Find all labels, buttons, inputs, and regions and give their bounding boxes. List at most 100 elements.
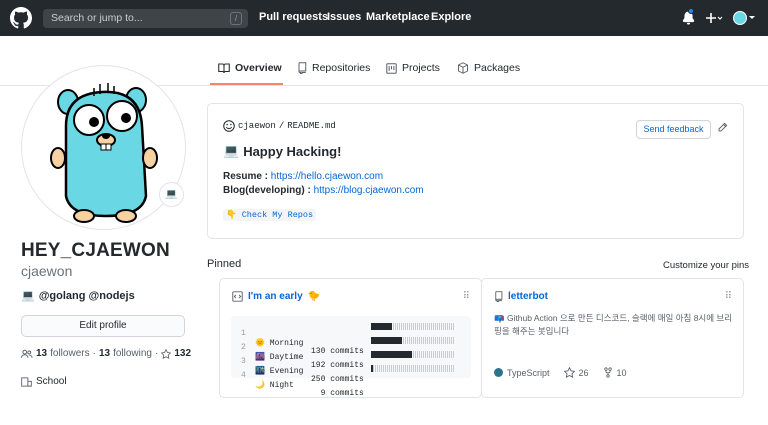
stars-count[interactable]: 132 — [174, 348, 191, 359]
top-header: Search or jump to... / Pull requests Iss… — [0, 0, 768, 36]
progress-bar-track — [371, 365, 455, 372]
row-label-text: Night — [269, 381, 294, 390]
code-row-evening: 3 🌃 Evening 250 commits — [231, 348, 471, 384]
nav-issues[interactable]: Issues — [327, 11, 361, 23]
status-emoji-badge[interactable]: 💻 — [159, 182, 184, 207]
repo-icon — [495, 291, 503, 302]
followers-label[interactable]: followers — [50, 348, 89, 359]
nav-pull-requests[interactable]: Pull requests — [259, 11, 328, 23]
organization-icon — [21, 376, 32, 387]
pencil-icon[interactable] — [717, 122, 728, 133]
search-input[interactable]: Search or jump to... / — [43, 9, 248, 28]
code-row-daytime: 2 🌆 Daytime 192 commits — [231, 334, 471, 370]
pointing-down-emoji: 👇 — [226, 210, 237, 220]
plus-dropdown-icon[interactable] — [705, 12, 723, 24]
profile-organization: School — [21, 376, 67, 387]
drag-handle-icon[interactable]: ⠿ — [725, 291, 732, 302]
gist-title[interactable]: I'm an early — [248, 291, 303, 302]
readme-heading: 💻 Happy Hacking! — [223, 143, 341, 159]
repo-language: TypeScript — [507, 367, 550, 378]
tab-projects[interactable]: Projects — [386, 62, 440, 74]
progress-bar-fill — [371, 337, 402, 344]
code-row-night: 4 🌙 Night 9 commits — [231, 362, 471, 398]
search-shortcut-key: / — [230, 12, 242, 25]
blog-link[interactable]: https://blog.cjaewon.com — [314, 185, 424, 196]
separator-dot: · — [154, 348, 159, 359]
drag-handle-icon[interactable]: ⠿ — [463, 291, 470, 302]
star-icon — [161, 348, 172, 359]
progress-bar-fill — [371, 365, 373, 372]
profile-readme-card: cjaewon / README.md Send feedback 💻 Happ… — [207, 103, 744, 239]
row-commits: 250 commits — [311, 375, 364, 384]
pinned-heading: Pinned — [207, 258, 242, 270]
tab-overview-label: Overview — [235, 62, 282, 74]
resume-label: Resume : — [223, 171, 269, 182]
book-icon — [218, 62, 230, 73]
readme-resume-line: Resume : https://hello.cjaewon.com — [223, 171, 383, 182]
bio-text: @golang @nodejs — [38, 289, 135, 302]
check-repos-text: Check My Repos — [241, 210, 314, 220]
repo-icon — [298, 62, 307, 74]
readme-filename[interactable]: README.md — [287, 121, 336, 131]
resume-link[interactable]: https://hello.cjaewon.com — [271, 171, 383, 182]
followers-count[interactable]: 13 — [36, 348, 47, 359]
following-label[interactable]: following — [113, 348, 152, 359]
code-row-morning: 1 🌞 Morning 130 commits — [231, 320, 471, 356]
project-icon — [386, 62, 397, 74]
row-commits: 9 commits — [311, 389, 364, 398]
people-icon — [21, 349, 33, 358]
profile-fullname: HEY_CJAEWON — [21, 240, 170, 261]
pinned-card-gist: I'm an early 🐤 ⠿ 1 🌞 Morning 130 commits… — [219, 278, 482, 398]
tab-packages[interactable]: Packages — [457, 62, 520, 74]
row-emoji: 🌙 — [255, 381, 265, 390]
customize-pins-link[interactable]: Customize your pins — [663, 260, 749, 271]
repo-description: 📪 Github Action 으로 만든 디스코드, 슬랙에 매일 아침 8시… — [494, 313, 733, 336]
gist-title-emoji: 🐤 — [307, 291, 321, 302]
repo-forks[interactable]: 10 — [617, 368, 627, 378]
organization-name: School — [36, 376, 67, 387]
profile-bio: 💻 @golang @nodejs — [21, 289, 135, 303]
github-logo-icon[interactable] — [10, 7, 32, 29]
smiley-icon — [223, 120, 235, 132]
search-placeholder: Search or jump to... — [51, 12, 143, 24]
chevron-down-icon[interactable] — [749, 16, 755, 20]
notification-indicator — [688, 8, 694, 14]
follow-stats: 13 followers · 13 following · 132 — [21, 348, 191, 359]
line-number: 4 — [241, 371, 246, 380]
star-icon[interactable] — [563, 367, 575, 378]
profile-avatar[interactable] — [21, 65, 186, 230]
fork-icon[interactable] — [603, 367, 613, 378]
tab-repositories-label: Repositories — [312, 62, 371, 74]
separator-dot: · — [92, 348, 96, 359]
pinned-card-repo: letterbot ⠿ 📪 Github Action 으로 만든 디스코드, … — [481, 278, 744, 398]
readme-heading-text: Happy Hacking! — [243, 143, 342, 159]
code-square-icon — [232, 291, 243, 302]
edit-profile-button[interactable]: Edit profile — [21, 315, 185, 337]
commit-time-code: 1 🌞 Morning 130 commits 2 🌆 Daytime 192 … — [231, 316, 471, 398]
nav-explore[interactable]: Explore — [431, 11, 471, 23]
nav-marketplace[interactable]: Marketplace — [366, 11, 430, 23]
profile-username: cjaewon — [21, 263, 73, 279]
user-avatar-small[interactable] — [733, 11, 747, 25]
tab-projects-label: Projects — [402, 62, 440, 74]
following-count[interactable]: 13 — [99, 348, 110, 359]
package-icon — [458, 62, 468, 74]
language-color-dot — [494, 368, 503, 377]
pinned-title[interactable]: I'm an early 🐤 — [232, 291, 320, 302]
progress-bar-fill — [371, 351, 412, 358]
repo-title[interactable]: letterbot — [508, 291, 548, 302]
check-repos-code: 👇 Check My Repos — [223, 209, 317, 221]
readme-blog-line: Blog(developing) : https://blog.cjaewon.… — [223, 185, 424, 196]
blog-label: Blog(developing) : — [223, 185, 311, 196]
row-label: 🌙 Night — [255, 380, 294, 390]
tab-repositories[interactable]: Repositories — [297, 62, 370, 74]
repo-meta: TypeScript 26 10 — [494, 367, 627, 378]
readme-path-separator: / — [278, 121, 285, 131]
tab-overview[interactable]: Overview — [218, 62, 282, 74]
readme-owner[interactable]: cjaewon — [238, 121, 276, 131]
pinned-title[interactable]: letterbot — [494, 291, 548, 302]
readme-heading-emoji: 💻 — [223, 143, 240, 158]
repo-stars[interactable]: 26 — [579, 368, 589, 378]
send-feedback-button[interactable]: Send feedback — [636, 120, 711, 139]
progress-bar-fill — [371, 323, 392, 330]
